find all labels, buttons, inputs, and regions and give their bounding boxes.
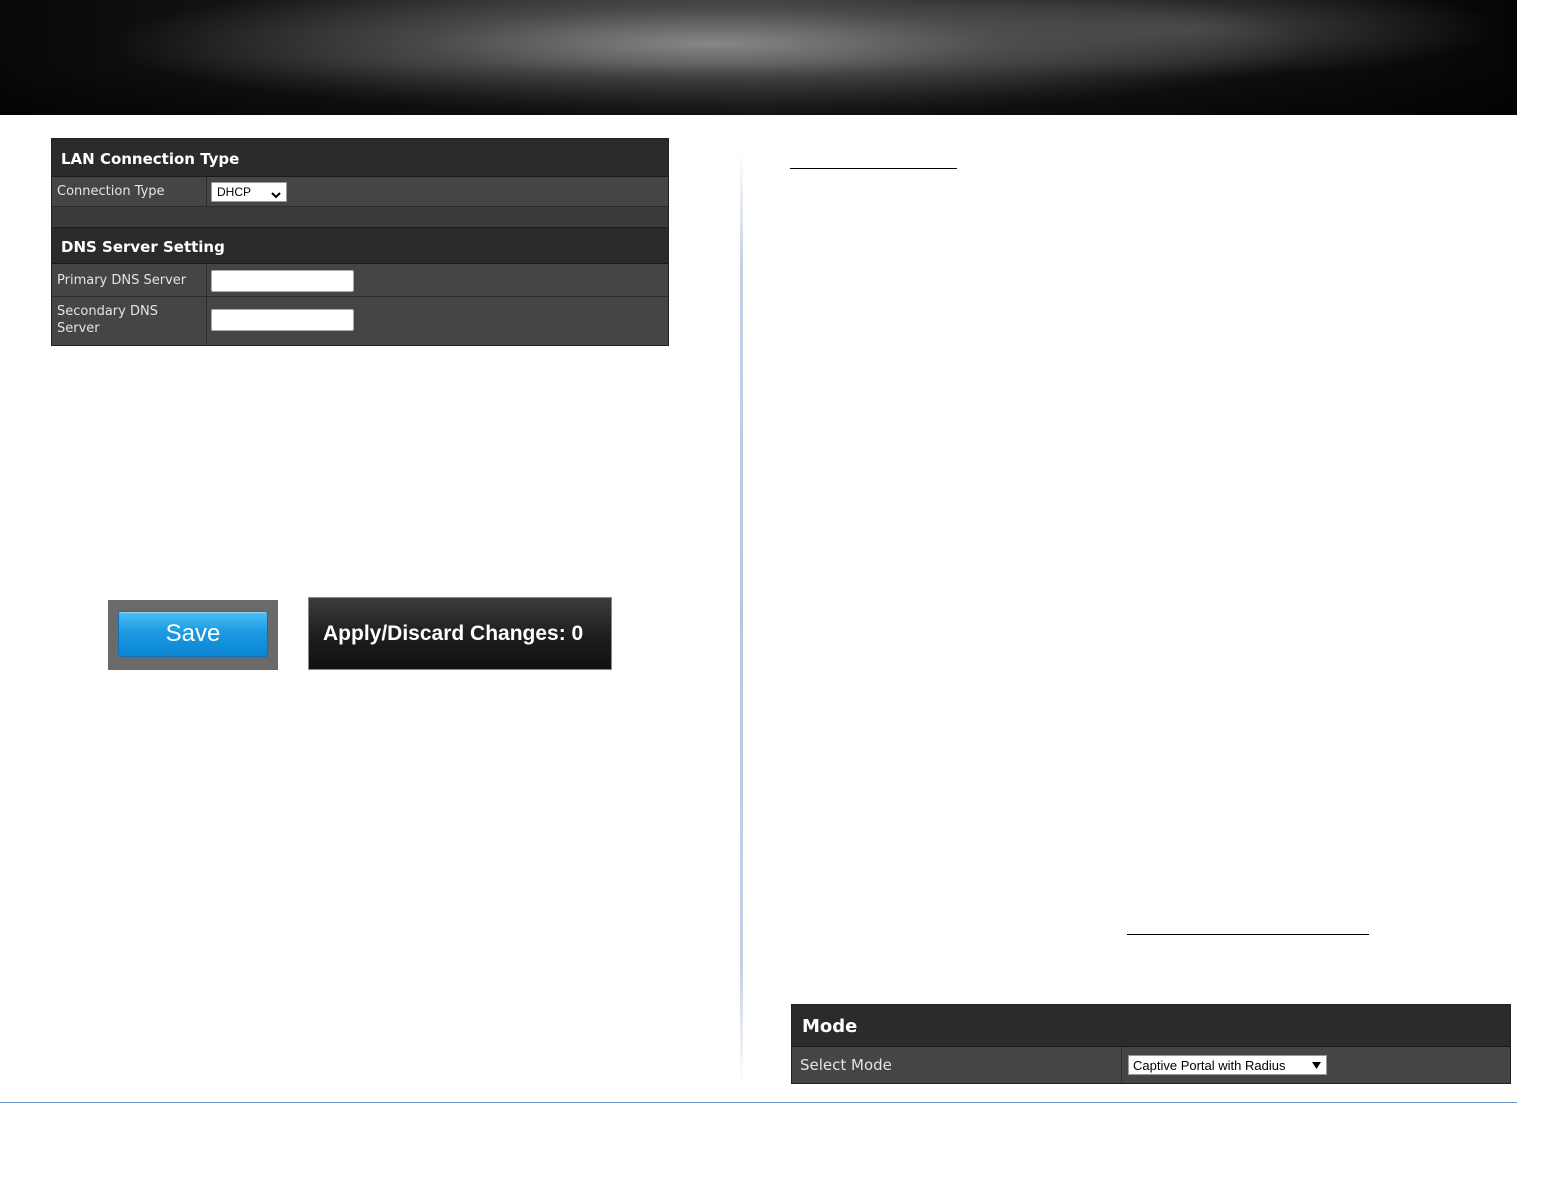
chevron-down-icon bbox=[1312, 1062, 1321, 1069]
select-mode-label-cell: Select Mode bbox=[792, 1047, 1122, 1083]
select-mode-label: Select Mode bbox=[800, 1056, 892, 1074]
select-mode-selected-value: Captive Portal with Radius bbox=[1133, 1058, 1286, 1073]
lan-settings-panel: LAN Connection Type Connection Type DHCP… bbox=[51, 138, 669, 346]
header-banner-shade bbox=[0, 0, 1517, 115]
secondary-dns-input[interactable] bbox=[211, 309, 354, 331]
connection-type-select[interactable]: DHCP bbox=[211, 182, 287, 202]
primary-dns-input[interactable] bbox=[211, 270, 354, 292]
select-mode-row: Select Mode Captive Portal with Radius bbox=[792, 1047, 1510, 1083]
chevron-down-icon bbox=[271, 192, 281, 199]
secondary-dns-label-cell: Secondary DNS Server bbox=[52, 297, 207, 345]
connection-type-row: Connection Type DHCP bbox=[52, 177, 668, 207]
save-button-frame: Save bbox=[108, 600, 278, 670]
secondary-dns-label-line2: Server bbox=[57, 321, 100, 336]
mode-title: Mode bbox=[802, 1016, 858, 1037]
select-mode-dropdown[interactable]: Captive Portal with Radius bbox=[1128, 1055, 1327, 1075]
panel-spacer bbox=[52, 207, 668, 227]
section-heading-underline bbox=[790, 168, 957, 169]
dns-server-setting-header: DNS Server Setting bbox=[52, 227, 668, 264]
save-button[interactable]: Save bbox=[118, 611, 268, 657]
footer-rule bbox=[0, 1102, 1517, 1103]
hyperlink-underline bbox=[1127, 934, 1369, 935]
lan-connection-type-header: LAN Connection Type bbox=[52, 139, 668, 177]
mode-header: Mode bbox=[792, 1005, 1510, 1047]
secondary-dns-label-line1: Secondary DNS bbox=[57, 304, 158, 319]
primary-dns-label: Primary DNS Server bbox=[57, 273, 187, 288]
apply-discard-changes-button[interactable]: Apply/Discard Changes: 0 bbox=[308, 597, 612, 670]
primary-dns-label-cell: Primary DNS Server bbox=[52, 264, 207, 296]
dns-server-setting-title: DNS Server Setting bbox=[61, 238, 225, 256]
mode-panel: Mode Select Mode Captive Portal with Rad… bbox=[791, 1004, 1511, 1084]
column-divider bbox=[740, 150, 743, 1085]
connection-type-selected-value: DHCP bbox=[217, 185, 252, 199]
connection-type-label: Connection Type bbox=[57, 184, 165, 199]
connection-type-label-cell: Connection Type bbox=[52, 177, 207, 206]
primary-dns-row: Primary DNS Server bbox=[52, 264, 668, 297]
lan-connection-type-title: LAN Connection Type bbox=[61, 150, 240, 168]
secondary-dns-row: Secondary DNS Server bbox=[52, 297, 668, 345]
